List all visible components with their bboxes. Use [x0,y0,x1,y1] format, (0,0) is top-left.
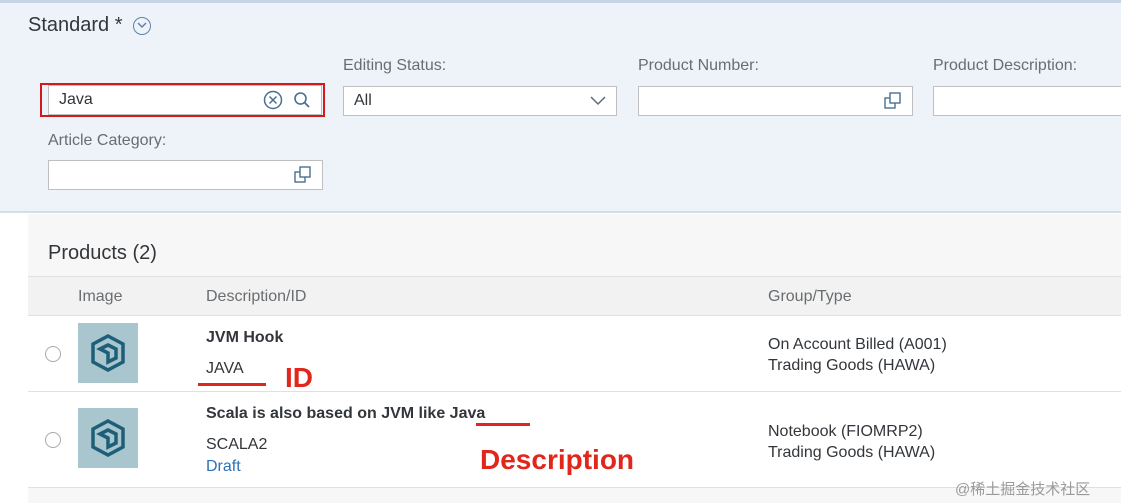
product-number-field[interactable] [638,86,913,116]
annotation-description: Description [480,444,635,475]
product-type: Trading Goods (HAWA) [768,357,936,374]
product-description-field[interactable] [933,86,1121,116]
product-description[interactable]: JVM Hook [206,329,283,347]
chevron-down-icon[interactable] [132,16,151,35]
column-header-image[interactable]: Image [78,288,122,306]
row-select-radio[interactable] [45,432,61,448]
article-category-label: Article Category: [48,132,167,149]
row-select-radio[interactable] [45,346,61,362]
product-image [78,323,138,383]
variant-title: Standard * [28,14,123,36]
watermark: @稀土掘金技术社区 [955,481,1091,498]
product-number-label: Product Number: [638,57,759,74]
description-underline [476,423,530,426]
value-help-icon[interactable] [884,92,902,110]
product-type: Trading Goods (HAWA) [768,444,936,461]
products-title: Products (2) [48,242,157,264]
filter-bar: Standard * Java Editing Status: All Prod… [0,0,1121,213]
product-description-label: Product Description: [933,57,1078,74]
table-header: Image Description/ID Group/Type [28,276,1121,316]
chevron-down-icon[interactable] [590,96,606,106]
annotation-id: ID [285,362,313,393]
value-help-icon[interactable] [294,166,312,184]
product-group-type: Notebook (FIOMRP2) Trading Goods (HAWA) [768,421,935,463]
column-header-description[interactable]: Description/ID [206,288,306,306]
status-draft-link[interactable]: Draft [206,458,241,476]
id-underline [198,383,266,386]
product-group: On Account Billed (A001) [768,336,947,353]
product-description[interactable]: Scala is also based on JVM like Java [206,405,485,423]
article-category-field[interactable] [48,160,323,190]
editing-status-select[interactable]: All [343,86,617,116]
product-box-icon [91,334,125,372]
product-group-type: On Account Billed (A001) Trading Goods (… [768,334,947,376]
editing-status-label: Editing Status: [343,57,447,74]
product-box-icon [91,419,125,457]
column-header-group[interactable]: Group/Type [768,288,852,306]
product-id: SCALA2 [206,436,268,453]
product-id: JAVA [206,360,244,377]
table-row[interactable]: JVM Hook JAVA On Account Billed (A001) T… [28,316,1121,392]
search-highlight-box [40,83,325,117]
product-image [78,408,138,468]
editing-status-value: All [354,92,372,109]
product-group: Notebook (FIOMRP2) [768,423,923,440]
variant-selector[interactable]: Standard * [28,14,151,37]
